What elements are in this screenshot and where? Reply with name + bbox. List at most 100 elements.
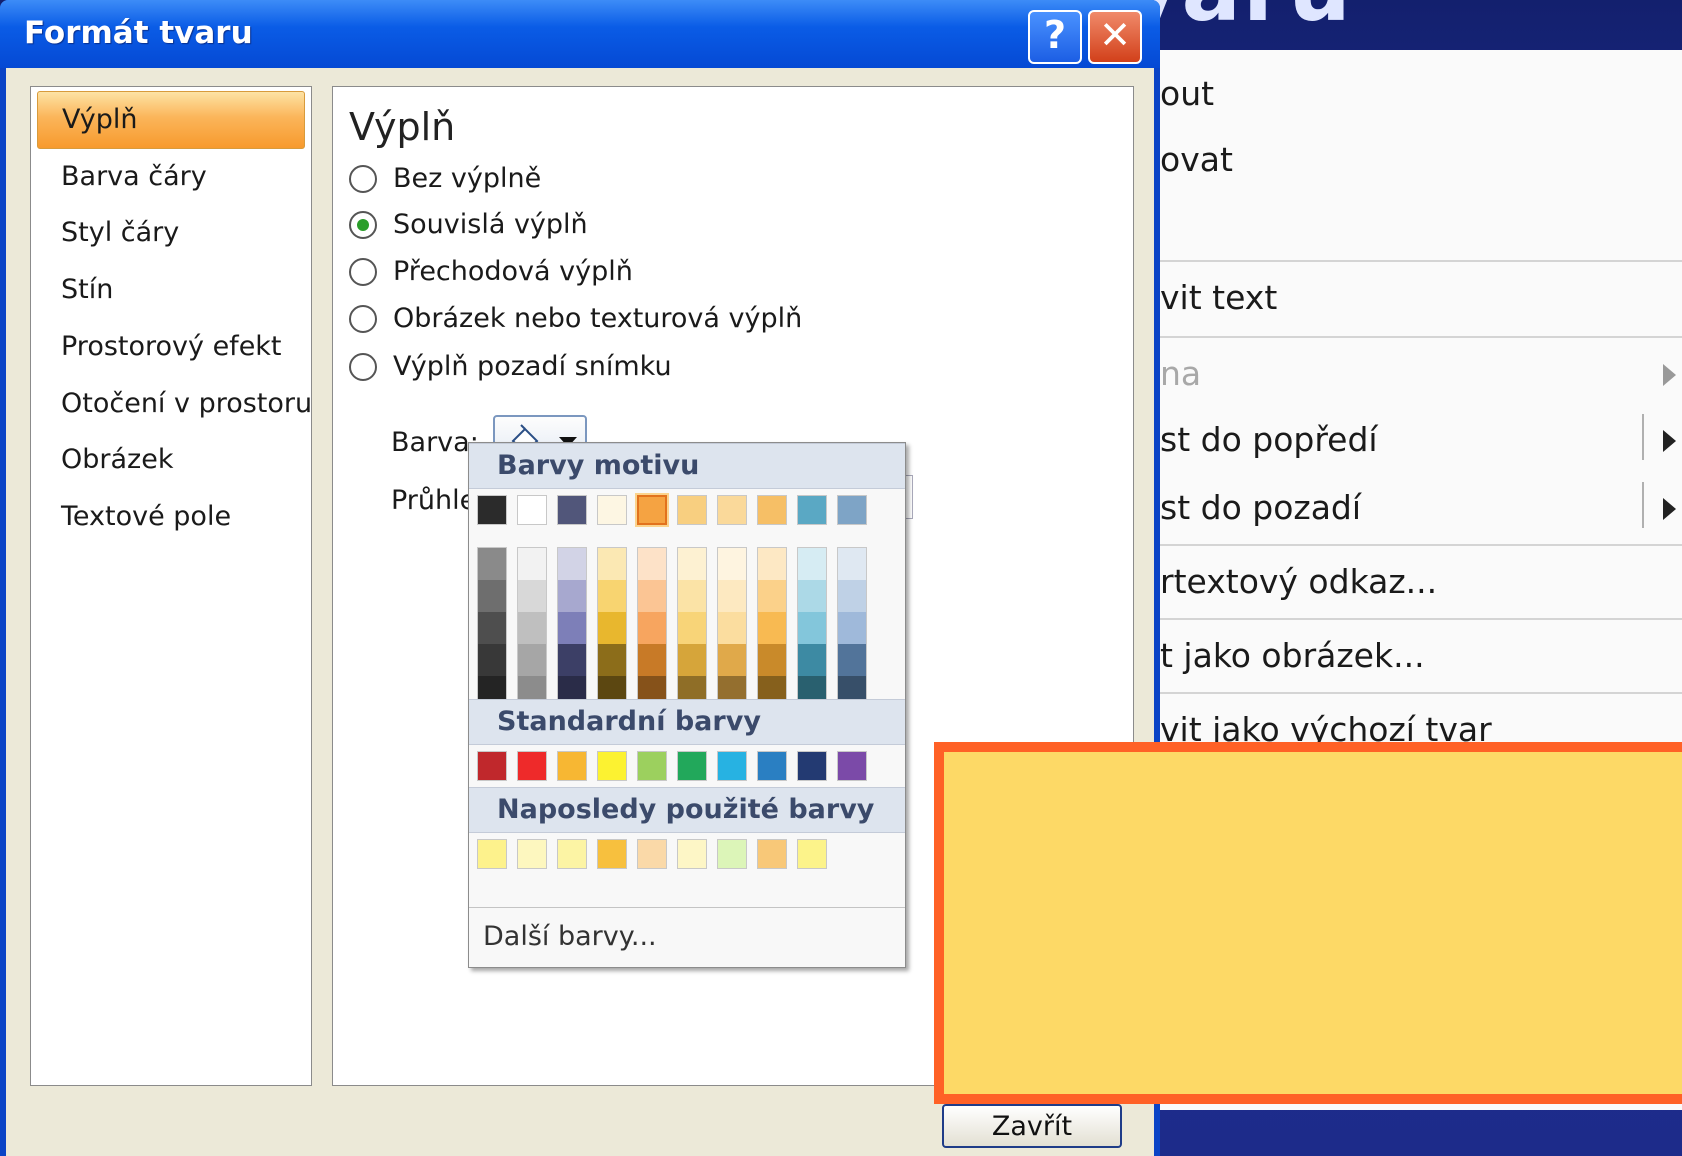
- menu-item-edit-text[interactable]: vit text: [1154, 264, 1682, 330]
- theme-shade-swatch[interactable]: [558, 612, 586, 644]
- theme-shade-swatch[interactable]: [638, 580, 666, 612]
- standard-color-swatch[interactable]: [717, 751, 747, 781]
- theme-shade-swatch[interactable]: [638, 612, 666, 644]
- theme-shade-swatch[interactable]: [798, 548, 826, 580]
- theme-shade-swatch[interactable]: [798, 612, 826, 644]
- theme-color-swatch[interactable]: [797, 495, 827, 525]
- theme-shade-swatch[interactable]: [758, 644, 786, 676]
- menu-item-cut[interactable]: out: [1154, 60, 1682, 126]
- menu-item-bring-to-front[interactable]: st do popředí: [1154, 406, 1682, 472]
- recent-color-swatch[interactable]: [517, 839, 547, 869]
- theme-shade-swatch[interactable]: [478, 612, 506, 644]
- standard-color-swatch[interactable]: [597, 751, 627, 781]
- theme-shade-swatch[interactable]: [678, 580, 706, 612]
- shape-preview[interactable]: [934, 742, 1682, 1104]
- theme-shade-swatch[interactable]: [478, 548, 506, 580]
- theme-shade-swatch[interactable]: [798, 644, 826, 676]
- radio-button[interactable]: [349, 305, 377, 333]
- theme-shade-swatch[interactable]: [518, 612, 546, 644]
- theme-shade-swatch[interactable]: [598, 548, 626, 580]
- category-fill[interactable]: Výplň: [37, 91, 305, 149]
- theme-shade-swatch[interactable]: [718, 548, 746, 580]
- theme-shade-swatch[interactable]: [718, 580, 746, 612]
- standard-color-swatch[interactable]: [517, 751, 547, 781]
- standard-color-swatch[interactable]: [557, 751, 587, 781]
- theme-color-swatch[interactable]: [837, 495, 867, 525]
- radio-button[interactable]: [349, 211, 377, 239]
- recent-color-swatch[interactable]: [637, 839, 667, 869]
- recent-color-swatch[interactable]: [597, 839, 627, 869]
- category-line-style[interactable]: Styl čáry: [37, 205, 303, 261]
- radio-button[interactable]: [349, 165, 377, 193]
- theme-shade-swatch[interactable]: [678, 612, 706, 644]
- menu-item-hyperlink[interactable]: rtextový odkaz...: [1154, 548, 1682, 614]
- theme-shade-swatch[interactable]: [598, 580, 626, 612]
- recent-color-swatch[interactable]: [717, 839, 747, 869]
- recent-color-swatch[interactable]: [477, 839, 507, 869]
- menu-item-copy[interactable]: ovat: [1154, 126, 1682, 192]
- category-text-box[interactable]: Textové pole: [37, 489, 303, 545]
- menu-separator: [1154, 336, 1682, 338]
- category-3d-rotation[interactable]: Otočení v prostoru: [37, 376, 312, 432]
- radio-button[interactable]: [349, 258, 377, 286]
- menu-item-label: rtextový odkaz...: [1160, 562, 1438, 601]
- theme-color-swatch[interactable]: [635, 493, 669, 527]
- theme-shade-swatch[interactable]: [518, 580, 546, 612]
- recent-color-swatch[interactable]: [797, 839, 827, 869]
- theme-shade-swatch[interactable]: [558, 644, 586, 676]
- theme-shade-swatch[interactable]: [838, 644, 866, 676]
- theme-shade-swatch[interactable]: [718, 644, 746, 676]
- category-shadow[interactable]: Stín: [37, 262, 303, 318]
- theme-shade-swatch[interactable]: [558, 580, 586, 612]
- menu-item-send-to-back[interactable]: st do pozadí: [1154, 474, 1682, 540]
- standard-color-swatch[interactable]: [677, 751, 707, 781]
- theme-shade-swatch[interactable]: [598, 612, 626, 644]
- theme-shade-swatch[interactable]: [518, 644, 546, 676]
- help-button[interactable]: ?: [1028, 10, 1082, 64]
- submenu-arrow-icon[interactable]: [1663, 430, 1676, 452]
- theme-color-swatch[interactable]: [757, 495, 787, 525]
- recent-color-swatch[interactable]: [677, 839, 707, 869]
- theme-shade-swatch[interactable]: [558, 548, 586, 580]
- theme-color-swatch[interactable]: [557, 495, 587, 525]
- theme-shade-swatch[interactable]: [758, 548, 786, 580]
- dialog-titlebar[interactable]: Formát tvaru ? ✕: [0, 0, 1160, 68]
- menu-item-save-as-picture[interactable]: t jako obrázek...: [1154, 622, 1682, 688]
- theme-shade-swatch[interactable]: [638, 548, 666, 580]
- category-line-color[interactable]: Barva čáry: [37, 149, 303, 205]
- category-3d-format[interactable]: Prostorový efekt: [37, 319, 303, 375]
- radio-button[interactable]: [349, 353, 377, 381]
- standard-color-swatch[interactable]: [837, 751, 867, 781]
- theme-shade-swatch[interactable]: [478, 580, 506, 612]
- recent-color-swatch[interactable]: [757, 839, 787, 869]
- theme-shade-swatch[interactable]: [838, 548, 866, 580]
- standard-color-swatch[interactable]: [637, 751, 667, 781]
- menu-item-group[interactable]: na: [1154, 340, 1682, 406]
- standard-color-swatch[interactable]: [757, 751, 787, 781]
- theme-color-swatch[interactable]: [517, 495, 547, 525]
- close-icon[interactable]: ✕: [1088, 10, 1142, 64]
- theme-shade-swatch[interactable]: [798, 580, 826, 612]
- theme-color-swatch[interactable]: [477, 495, 507, 525]
- standard-color-swatch[interactable]: [477, 751, 507, 781]
- theme-shade-swatch[interactable]: [718, 612, 746, 644]
- theme-shade-swatch[interactable]: [638, 644, 666, 676]
- theme-shade-swatch[interactable]: [838, 612, 866, 644]
- more-colors-link[interactable]: Další barvy...: [483, 921, 657, 952]
- standard-color-swatch[interactable]: [797, 751, 827, 781]
- submenu-arrow-icon[interactable]: [1663, 498, 1676, 520]
- theme-shade-swatch[interactable]: [478, 644, 506, 676]
- theme-shade-swatch[interactable]: [678, 548, 706, 580]
- category-picture[interactable]: Obrázek: [37, 432, 303, 488]
- theme-shade-swatch[interactable]: [758, 612, 786, 644]
- theme-color-swatch[interactable]: [717, 495, 747, 525]
- recent-color-swatch[interactable]: [557, 839, 587, 869]
- theme-shade-swatch[interactable]: [838, 580, 866, 612]
- close-button[interactable]: Zavřít: [942, 1104, 1122, 1148]
- theme-shade-swatch[interactable]: [518, 548, 546, 580]
- theme-shade-swatch[interactable]: [758, 580, 786, 612]
- theme-shade-swatch[interactable]: [598, 644, 626, 676]
- theme-color-swatch[interactable]: [597, 495, 627, 525]
- theme-shade-swatch[interactable]: [678, 644, 706, 676]
- theme-color-swatch[interactable]: [677, 495, 707, 525]
